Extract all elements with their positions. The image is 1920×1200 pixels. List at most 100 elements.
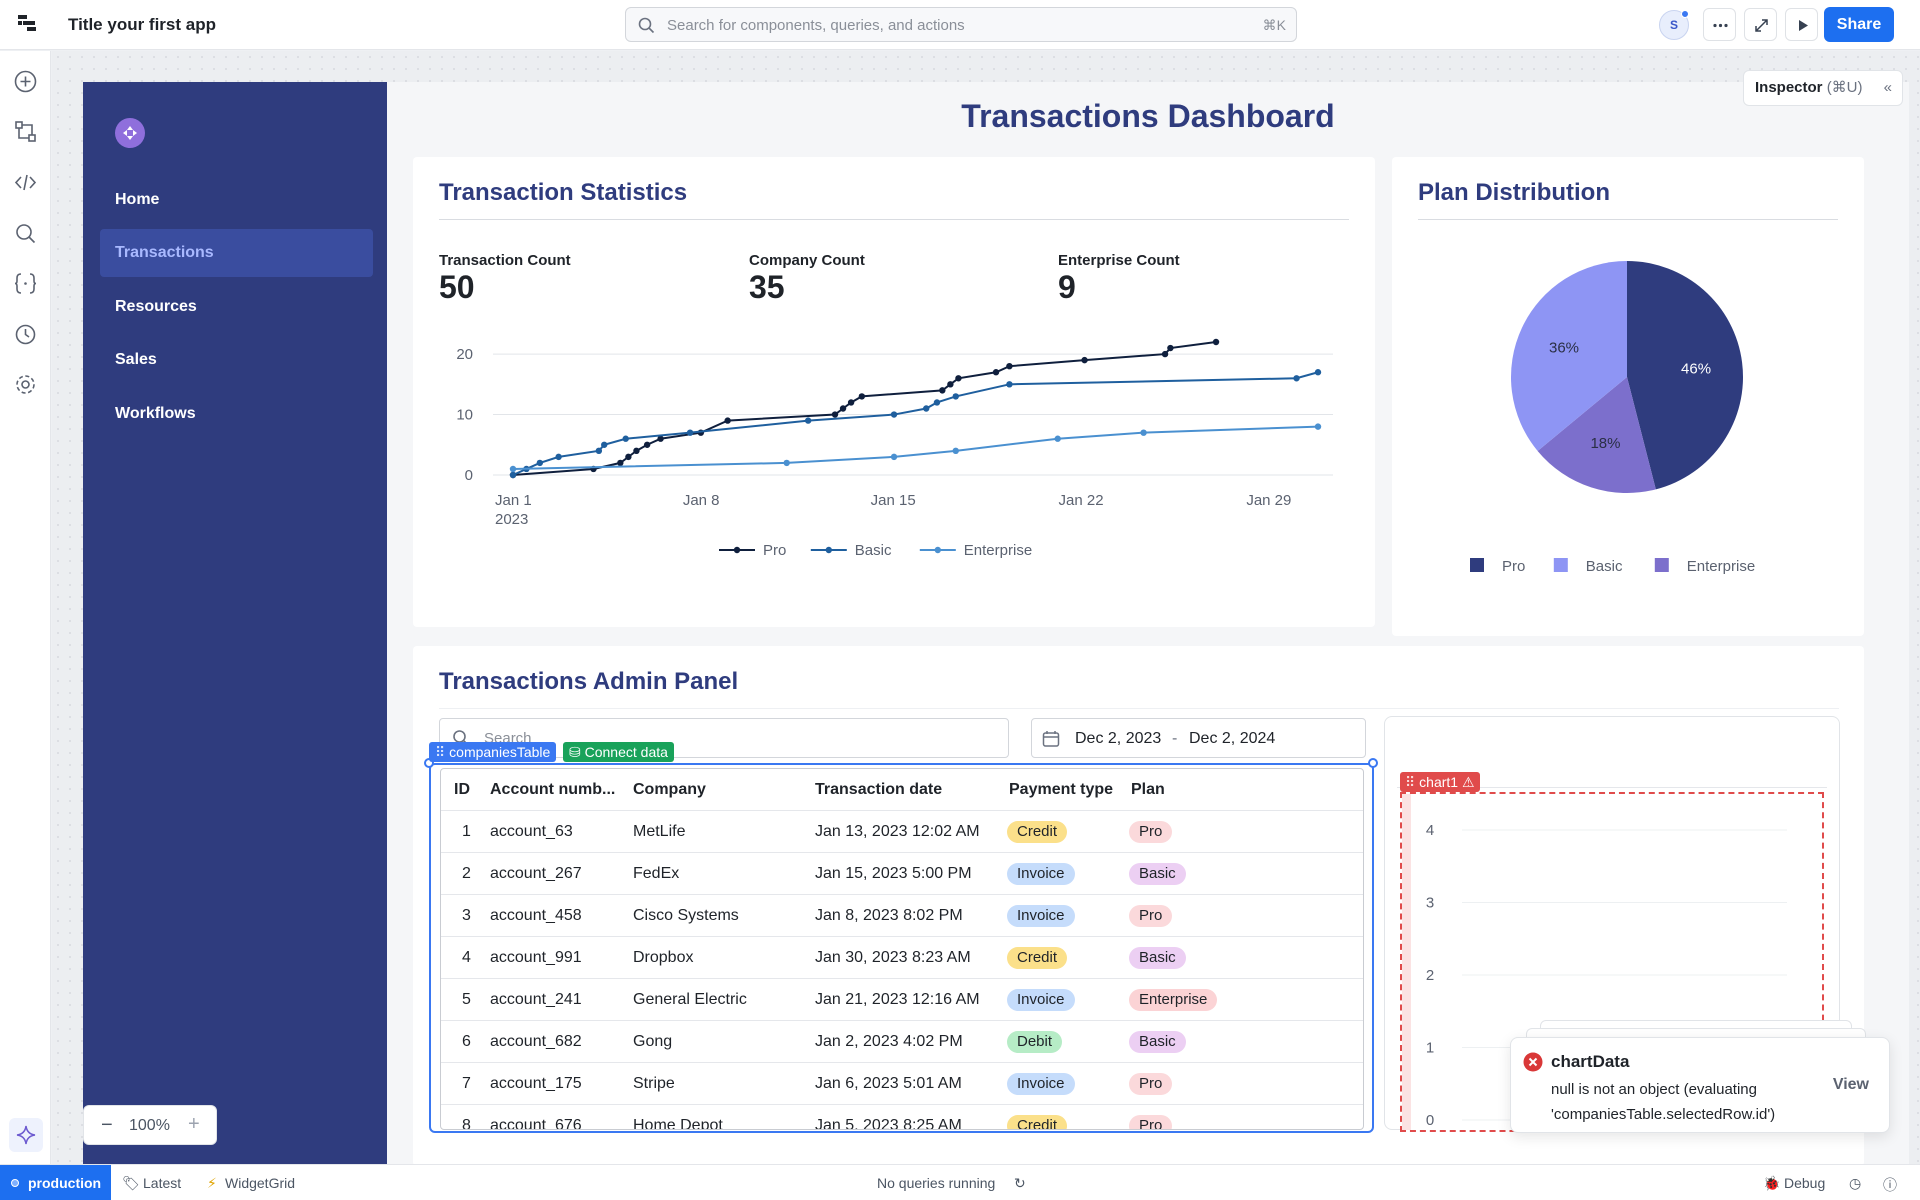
zoom-out-button[interactable]: −: [101, 1114, 113, 1137]
legend-label: Enterprise: [1687, 558, 1755, 575]
table-row[interactable]: 7 account_175 Stripe Jan 6, 2023 5:01 AM Inv…: [441, 1063, 1363, 1105]
table-cell: Jan 13, 2023 12:02 AM: [815, 823, 980, 840]
avatar-initial: S: [1669, 18, 1678, 32]
expand-button[interactable]: [1744, 8, 1777, 41]
plan-pie-chart[interactable]: 46% 18% 36% Pro Basic Enterprise: [1392, 257, 1864, 607]
legend-label: Enterprise: [964, 542, 1032, 559]
table-cell: Home Depot: [633, 1117, 723, 1130]
preview-button[interactable]: [1785, 8, 1818, 41]
table-cell: 3: [462, 907, 471, 924]
data-point: [1006, 362, 1013, 370]
history-icon[interactable]: ◷: [1849, 1175, 1861, 1192]
resize-handle[interactable]: [1368, 758, 1378, 768]
payment-type-badge: Credit: [1007, 1115, 1068, 1129]
toast-title: chartData: [1551, 1052, 1630, 1071]
history-icon[interactable]: [13, 322, 38, 347]
column-header[interactable]: Transaction date: [815, 781, 942, 799]
zoom-level[interactable]: 100%: [129, 1117, 170, 1135]
braces-icon[interactable]: [13, 271, 38, 296]
table-cell: account_676: [490, 1117, 582, 1130]
table-cell: account_458: [490, 907, 582, 924]
x-tick-label: Jan 22: [1059, 492, 1104, 509]
table-row[interactable]: 6 account_682 Gong Jan 2, 2023 4:02 PM Debit…: [441, 1021, 1363, 1063]
date-range-picker[interactable]: Dec 2, 2023 - Dec 2, 2024: [1031, 718, 1366, 758]
toast-view-button[interactable]: View: [1833, 1076, 1869, 1094]
search-icon[interactable]: [13, 221, 38, 246]
table-row[interactable]: 1 account_63 MetLife Jan 13, 2023 12:02 AM C…: [441, 811, 1363, 853]
column-header[interactable]: Plan: [1131, 781, 1165, 799]
data-point: [601, 441, 608, 448]
app-title[interactable]: Title your first app: [68, 15, 216, 35]
column-header[interactable]: ID: [454, 781, 470, 799]
plus-icon[interactable]: [13, 69, 38, 94]
data-point: [1161, 350, 1169, 358]
table-row[interactable]: 4 account_991 Dropbox Jan 30, 2023 8:23 AM C…: [441, 937, 1363, 979]
legend-swatch: [733, 546, 741, 554]
data-point: [724, 417, 731, 424]
table-row[interactable]: 3 account_458 Cisco Systems Jan 8, 2023 8:0…: [441, 895, 1363, 937]
legend-label: Pro: [1502, 558, 1525, 575]
sidebar-item-resources[interactable]: Resources: [100, 283, 373, 331]
sidebar-item-home[interactable]: Home: [100, 176, 373, 224]
error-toast[interactable]: chartData null is not an object (evaluat…: [1510, 1037, 1890, 1133]
column-header[interactable]: Account numb...: [490, 781, 615, 799]
date-start[interactable]: Dec 2, 2023: [1075, 730, 1161, 748]
column-header[interactable]: Company: [633, 781, 706, 799]
transactions-line-chart[interactable]: 0 10 20 Jan 1 2023 Jan 8 Jan 15 Jan 22 Jan 29 Pro…: [413, 332, 1375, 602]
flow-icon[interactable]: [13, 119, 38, 144]
table-cell: account_682: [490, 1033, 582, 1050]
companies-table[interactable]: ID Account numb... Company Transaction d…: [440, 768, 1364, 1130]
column-header[interactable]: Payment type: [1009, 781, 1113, 799]
table-row[interactable]: 5 account_241 General Electric Jan 21, 2023…: [441, 979, 1363, 1021]
slice-label: 36%: [1549, 339, 1579, 356]
slice-label: 18%: [1590, 435, 1620, 452]
data-point: [509, 465, 517, 473]
table-cell: 7: [462, 1075, 471, 1092]
zoom-in-button[interactable]: +: [188, 1113, 200, 1136]
table-row[interactable]: 8 account_676 Home Depot Jan 5, 2023 8:25 A…: [441, 1105, 1363, 1130]
sidebar-item-workflows[interactable]: Workflows: [100, 390, 373, 438]
connect-data-chip[interactable]: ⛁ Connect data: [563, 742, 674, 762]
stat-value: 35: [749, 269, 785, 305]
layout-label[interactable]: WidgetGrid: [225, 1175, 295, 1191]
expand-icon: [1755, 19, 1768, 32]
data-point: [1167, 344, 1174, 352]
share-button[interactable]: Share: [1824, 7, 1894, 42]
component-chip[interactable]: ⠿ companiesTable: [429, 742, 557, 762]
version-label[interactable]: Latest: [143, 1175, 181, 1191]
chart1-chip[interactable]: ⠿ chart1 ⚠: [1400, 772, 1480, 792]
data-point: [555, 453, 562, 461]
global-search[interactable]: Search for components, queries, and acti…: [625, 7, 1297, 42]
refresh-icon[interactable]: ↻: [1014, 1175, 1026, 1192]
lightning-icon: ⚡: [207, 1175, 217, 1191]
table-cell: Stripe: [633, 1075, 675, 1092]
play-icon: [1799, 20, 1808, 31]
x-tick-label: Jan 29: [1246, 492, 1291, 509]
more-options-button[interactable]: [1703, 8, 1736, 41]
sidebar-item-transactions[interactable]: Transactions: [100, 229, 373, 277]
search-icon: [638, 17, 655, 34]
data-point: [643, 441, 651, 448]
assist-button[interactable]: [9, 1118, 43, 1152]
gear-icon[interactable]: [13, 372, 38, 397]
environment-selector[interactable]: production: [0, 1165, 111, 1200]
plan-badge: Enterprise: [1129, 989, 1218, 1011]
code-icon[interactable]: [13, 170, 38, 195]
table-row[interactable]: 2 account_267 FedEx Jan 15, 2023 5:00 PM Inv…: [441, 853, 1363, 895]
help-icon[interactable]: ⓘ: [1883, 1175, 1897, 1195]
collapse-icon[interactable]: «: [1884, 71, 1892, 105]
search-shortcut: ⌘K: [1262, 17, 1286, 33]
nav-logo-icon[interactable]: [115, 118, 145, 148]
date-end[interactable]: Dec 2, 2024: [1189, 730, 1275, 748]
avatar[interactable]: S: [1659, 10, 1689, 40]
sidebar-item-sales[interactable]: Sales: [100, 336, 373, 384]
table-cell: Jan 30, 2023 8:23 AM: [815, 949, 971, 966]
left-rail: [0, 51, 51, 1164]
plan-card: Plan Distribution 46% 18% 36% Pro Basic Enter…: [1392, 157, 1864, 636]
retool-logo-icon[interactable]: [16, 12, 40, 36]
data-point: [1006, 381, 1013, 388]
inspector-toggle[interactable]: Inspector (⌘U) «: [1743, 70, 1903, 106]
data-point: [952, 393, 959, 400]
stat-label: Transaction Count: [439, 252, 571, 269]
debug-button[interactable]: Debug: [1784, 1175, 1825, 1191]
